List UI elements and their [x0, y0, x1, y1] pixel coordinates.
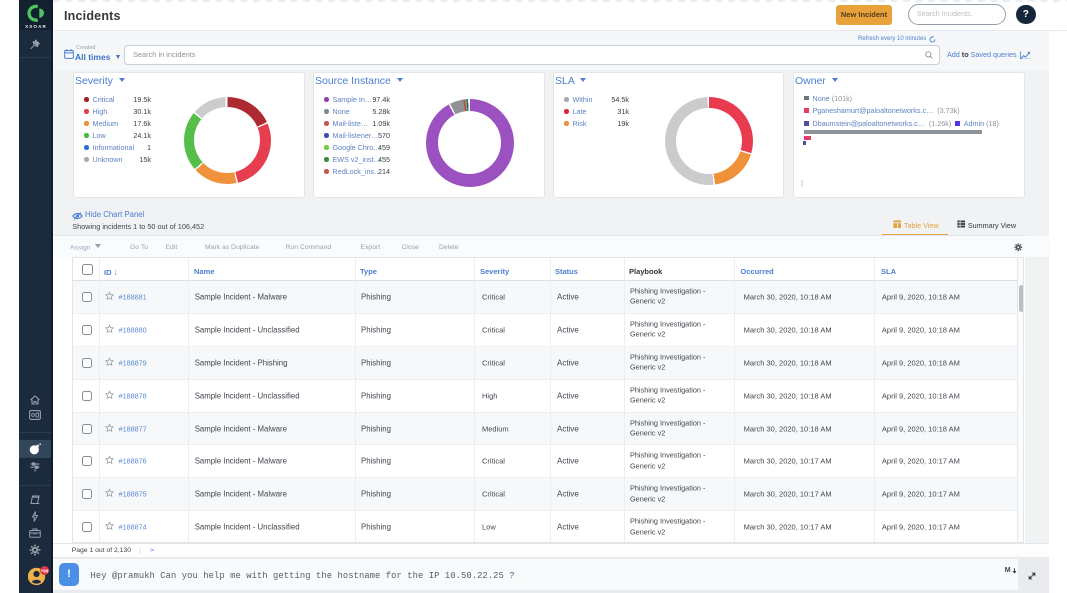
svg-text:+99: +99 [41, 568, 49, 573]
svg-text:XSOAR: XSOAR [25, 24, 47, 29]
